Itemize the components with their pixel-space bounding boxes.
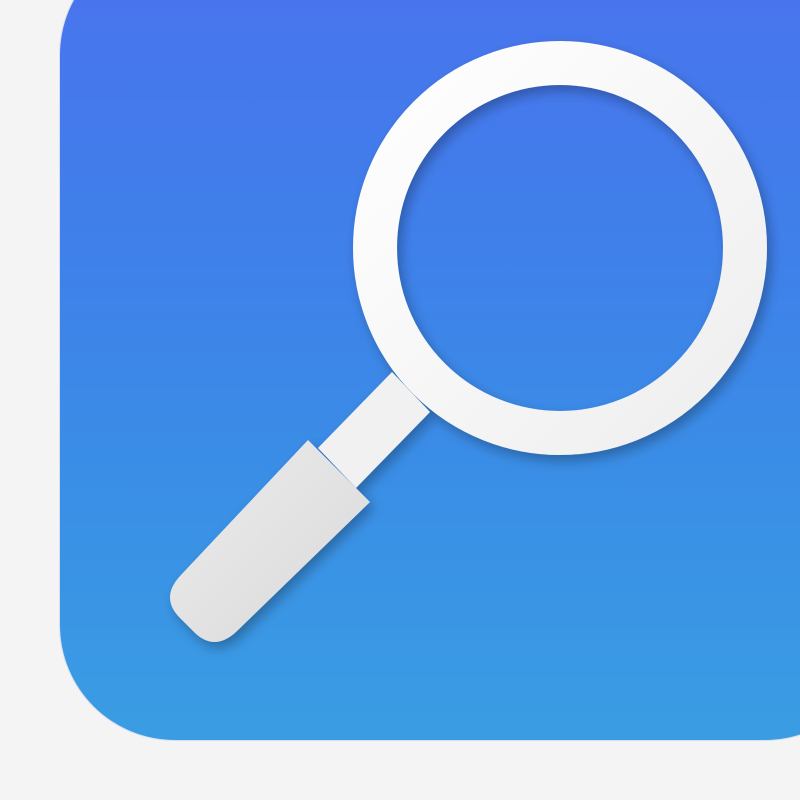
magnifying-glass-icon — [170, 41, 767, 642]
page-background — [0, 0, 800, 800]
magnifier-ring — [353, 41, 767, 455]
